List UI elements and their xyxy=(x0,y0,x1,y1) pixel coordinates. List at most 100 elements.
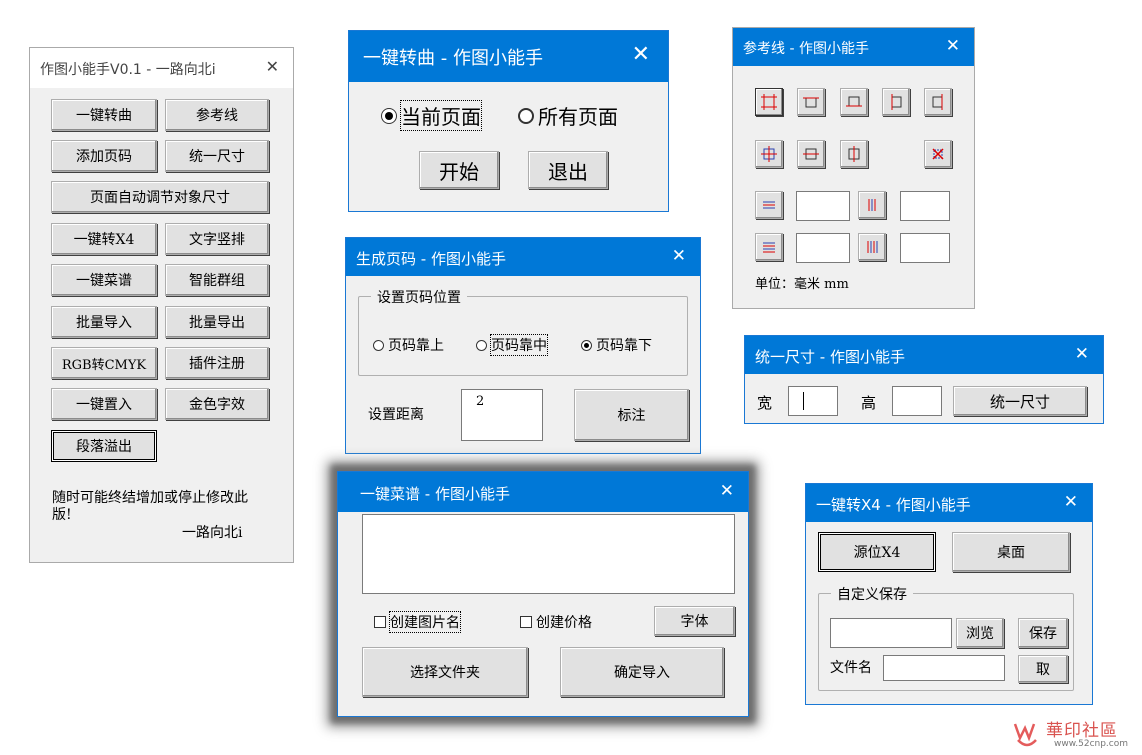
radio-top[interactable]: 页码靠上 xyxy=(373,335,444,355)
watermark: 華印社區 www.52cnp.com xyxy=(1012,716,1140,754)
guide-left-icon[interactable] xyxy=(882,88,910,116)
filename-input[interactable] xyxy=(883,655,1005,681)
batch-export-button[interactable]: 批量导出 xyxy=(165,306,269,338)
radio-bottom[interactable]: 页码靠下 xyxy=(581,335,652,355)
start-button[interactable]: 开始 xyxy=(419,151,499,189)
menu-title: 一键菜谱 - 作图小能手 xyxy=(360,485,510,503)
create-image-name-checkbox[interactable]: 创建图片名 xyxy=(374,611,461,633)
pagenum-dialog: 生成页码 - 作图小能手 ✕ 设置页码位置 页码靠上 页码靠中 页码靠下 设置距… xyxy=(345,237,701,454)
guides-dialog: 参考线 - 作图小能手 ✕ 单位：毫米 mm xyxy=(732,27,975,309)
confirm-import-button[interactable]: 确定导入 xyxy=(560,647,724,697)
guides-button[interactable]: 参考线 xyxy=(165,99,269,131)
x4-dialog: 一键转X4 - 作图小能手 ✕ 源位X4 桌面 自定义保存 浏览 保存 文件名 … xyxy=(805,483,1093,705)
height-input[interactable] xyxy=(892,386,942,416)
horizontal-guide-input[interactable] xyxy=(796,191,850,221)
menu-button[interactable]: 一键菜谱 xyxy=(51,264,157,296)
vertical-guide-multi-icon[interactable] xyxy=(858,233,886,261)
radio-current-page[interactable]: 当前页面 xyxy=(381,100,482,131)
save-path-input[interactable] xyxy=(830,618,952,648)
pagenum-titlebar[interactable]: 生成页码 - 作图小能手 ✕ xyxy=(346,238,700,276)
close-icon[interactable]: ✕ xyxy=(720,481,734,501)
distance-input[interactable]: 2 xyxy=(461,389,543,441)
horizontal-guide-icon[interactable] xyxy=(755,191,783,219)
unify-size-button[interactable]: 统一尺寸 xyxy=(165,140,269,172)
cancel-button[interactable]: 取 xyxy=(1018,655,1068,683)
x4-titlebar[interactable]: 一键转X4 - 作图小能手 ✕ xyxy=(806,484,1092,522)
plugin-register-button[interactable]: 插件注册 xyxy=(165,347,269,379)
vertical-guide-input[interactable] xyxy=(900,191,950,221)
vertical-guide-icon[interactable] xyxy=(858,191,886,219)
auto-fit-page-button[interactable]: 页面自动调节对象尺寸 xyxy=(51,181,269,213)
smart-group-button[interactable]: 智能群组 xyxy=(165,264,269,296)
unify-dialog: 统一尺寸 - 作图小能手 ✕ 宽 高 统一尺寸 xyxy=(744,335,1104,424)
curve-titlebar[interactable]: 一键转曲 - 作图小能手 ✕ xyxy=(349,31,668,82)
convert-x4-button[interactable]: 一键转X4 xyxy=(51,223,157,255)
vertical-spacing-input[interactable] xyxy=(900,233,950,263)
radio-icon xyxy=(373,339,384,351)
guide-vertical-center-icon[interactable] xyxy=(840,140,868,168)
convert-curve-button[interactable]: 一键转曲 xyxy=(51,99,157,131)
create-price-checkbox[interactable]: 创建价格 xyxy=(520,612,592,632)
radio-middle[interactable]: 页码靠中 xyxy=(476,334,548,356)
radio-all-label: 所有页面 xyxy=(538,105,618,129)
position-group-title: 设置页码位置 xyxy=(371,287,467,307)
main-titlebar[interactable]: 作图小能手V0.1 - 一路向北i ✕ xyxy=(30,48,293,88)
horizontal-spacing-input[interactable] xyxy=(796,233,850,263)
width-label: 宽 xyxy=(757,394,773,412)
clear-guides-icon[interactable] xyxy=(924,140,952,168)
add-page-number-button[interactable]: 添加页码 xyxy=(51,140,157,172)
font-button[interactable]: 字体 xyxy=(654,606,735,636)
menu-titlebar[interactable]: 一键菜谱 - 作图小能手 ✕ xyxy=(338,472,748,512)
radio-icon xyxy=(518,107,534,124)
rgb-to-cmyk-button[interactable]: RGB转CMYK xyxy=(51,347,157,379)
width-input[interactable] xyxy=(788,386,838,416)
radio-top-label: 页码靠上 xyxy=(388,338,444,354)
horizontal-guide-multi-icon[interactable] xyxy=(755,233,783,261)
radio-middle-label: 页码靠中 xyxy=(490,334,548,356)
close-icon[interactable]: ✕ xyxy=(946,36,960,56)
close-icon[interactable]: ✕ xyxy=(1075,344,1089,364)
curve-dialog: 一键转曲 - 作图小能手 ✕ 当前页面 所有页面 开始 退出 xyxy=(348,30,669,212)
paragraph-overflow-button[interactable]: 段落溢出 xyxy=(51,430,157,462)
guide-top-icon[interactable] xyxy=(797,88,825,116)
guide-right-icon[interactable] xyxy=(924,88,952,116)
guide-all-sides-icon[interactable] xyxy=(755,88,783,116)
pagenum-title: 生成页码 - 作图小能手 xyxy=(356,250,506,268)
close-icon[interactable]: ✕ xyxy=(1064,492,1078,512)
guides-titlebar[interactable]: 参考线 - 作图小能手 ✕ xyxy=(733,28,974,66)
mark-button[interactable]: 标注 xyxy=(574,389,689,441)
distance-value: 2 xyxy=(476,394,485,409)
place-in-button[interactable]: 一键置入 xyxy=(51,388,157,420)
guide-bottom-icon[interactable] xyxy=(840,88,868,116)
notice-text: 随时可能终结增加或停止修改此版! xyxy=(52,490,248,523)
gold-text-button[interactable]: 金色字效 xyxy=(165,388,269,420)
radio-bottom-label: 页码靠下 xyxy=(596,338,652,354)
source-x4-button[interactable]: 源位X4 xyxy=(818,532,936,572)
vertical-text-button[interactable]: 文字竖排 xyxy=(165,223,269,255)
main-dialog: 作图小能手V0.1 - 一路向北i ✕ 一键转曲 参考线 添加页码 统一尺寸 页… xyxy=(29,47,294,563)
curve-title: 一键转曲 - 作图小能手 xyxy=(363,48,543,69)
unify-size-button[interactable]: 统一尺寸 xyxy=(953,386,1087,416)
filename-label: 文件名 xyxy=(830,660,872,676)
select-folder-button[interactable]: 选择文件夹 xyxy=(362,647,528,697)
guide-horizontal-center-icon[interactable] xyxy=(797,140,825,168)
close-icon[interactable]: ✕ xyxy=(672,246,686,266)
save-button[interactable]: 保存 xyxy=(1018,618,1068,648)
watermark-url: www.52cnp.com xyxy=(1054,739,1129,749)
radio-selected-icon xyxy=(581,339,592,351)
unify-titlebar[interactable]: 统一尺寸 - 作图小能手 ✕ xyxy=(745,336,1103,374)
menu-text-area[interactable] xyxy=(362,514,735,594)
unit-label: 单位：毫米 mm xyxy=(755,277,849,292)
exit-button[interactable]: 退出 xyxy=(528,151,608,189)
batch-import-button[interactable]: 批量导入 xyxy=(51,306,157,338)
guides-title: 参考线 - 作图小能手 xyxy=(743,41,869,57)
create-price-label: 创建价格 xyxy=(536,615,592,631)
guide-center-icon[interactable] xyxy=(755,140,783,168)
close-icon[interactable]: ✕ xyxy=(632,42,650,67)
radio-current-label: 当前页面 xyxy=(400,100,482,131)
close-icon[interactable]: ✕ xyxy=(266,57,279,76)
desktop-button[interactable]: 桌面 xyxy=(952,532,1070,572)
radio-all-pages[interactable]: 所有页面 xyxy=(518,101,618,130)
browse-button[interactable]: 浏览 xyxy=(956,618,1004,648)
custom-save-group-title: 自定义保存 xyxy=(831,584,913,604)
